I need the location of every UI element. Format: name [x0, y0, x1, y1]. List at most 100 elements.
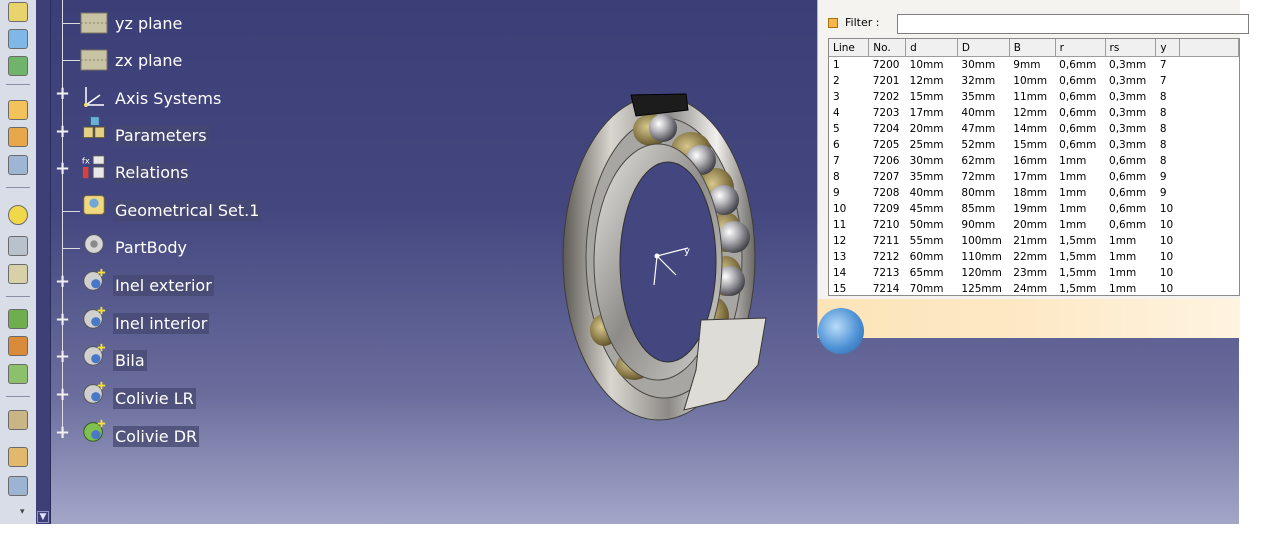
translate-icon[interactable] [8, 309, 28, 329]
pocket-icon[interactable] [8, 127, 28, 147]
expand-plus-icon[interactable]: + [55, 85, 70, 103]
table-row[interactable]: 3 7202 15mm 35mm 11mm 0,6mm 0,3mm 8 [829, 89, 1239, 105]
globe-icon [818, 308, 864, 354]
table-cell: 1mm [1109, 267, 1137, 279]
panel-footer [818, 299, 1240, 338]
table-cell: 9 [833, 187, 840, 199]
shaft-icon[interactable] [8, 155, 28, 175]
table-row[interactable]: 13 7212 60mm 110mm 22mm 1,5mm 1mm 10 [829, 249, 1239, 265]
tree-node-label[interactable]: Bila [113, 350, 147, 371]
table-cell: 0,3mm [1109, 59, 1147, 71]
expand-plus-icon[interactable]: + [55, 123, 70, 141]
pad-icon[interactable] [8, 100, 28, 120]
table-cell: 5 [833, 123, 840, 135]
toolbar-separator [6, 187, 30, 188]
symmetry-icon[interactable] [8, 364, 28, 384]
filter-input[interactable] [897, 14, 1249, 34]
column-header-no[interactable]: No. [868, 39, 907, 57]
column-header-r[interactable]: r [1055, 39, 1106, 57]
expand-plus-icon[interactable]: + [55, 424, 70, 442]
column-header-D[interactable]: D [957, 39, 1010, 57]
plane-icon [80, 49, 108, 71]
table-row[interactable]: 5 7204 20mm 47mm 14mm 0,6mm 0,3mm 8 [829, 121, 1239, 137]
expand-plus-icon[interactable]: + [55, 311, 70, 329]
column-header-B[interactable]: B [1009, 39, 1056, 57]
table-cell: 0,6mm [1059, 75, 1097, 87]
table-cell: 1mm [1109, 251, 1137, 263]
table-cell: 8 [1159, 107, 1167, 119]
tree-node-label[interactable]: Axis Systems [113, 88, 223, 109]
rotate-icon[interactable] [8, 336, 28, 356]
table-row[interactable]: 2 7201 12mm 32mm 10mm 0,6mm 0,3mm 7 [829, 73, 1239, 89]
tree-node-label[interactable]: PartBody [113, 237, 189, 258]
expand-plus-icon[interactable]: + [55, 348, 70, 366]
parameters-icon [83, 116, 105, 138]
table-cell: 22mm [1013, 251, 1048, 263]
table-cell: 0,6mm [1059, 123, 1097, 135]
tree-vertical-scrollbar[interactable]: ▼ [36, 0, 51, 524]
tree-node-label[interactable]: Relations [113, 162, 191, 183]
table-cell: 7203 [872, 107, 900, 119]
table-cell: 7201 [872, 75, 900, 87]
cylinder-icon[interactable] [8, 205, 28, 225]
table-row[interactable]: 11 7210 50mm 90mm 20mm 1mm 0,6mm 10 [829, 217, 1239, 233]
table-row[interactable]: 6 7205 25mm 52mm 15mm 0,6mm 0,3mm 8 [829, 137, 1239, 153]
tree-node-label[interactable]: Geometrical Set.1 [113, 200, 262, 221]
table-row[interactable]: 9 7208 40mm 80mm 18mm 1mm 0,6mm 9 [829, 185, 1239, 201]
configurations-table[interactable]: Line No. d D B r rs y 1 7200 10mm 30mm 9mm 0,… [828, 38, 1240, 296]
table-cell: 3 [833, 91, 840, 103]
table-cell: 16mm [1013, 155, 1048, 167]
table-row[interactable]: 4 7203 17mm 40mm 12mm 0,6mm 0,3mm 8 [829, 105, 1239, 121]
sketch-tool-icon[interactable] [8, 2, 28, 22]
table-cell: 0,6mm [1059, 59, 1097, 71]
table-cell: 23mm [1013, 267, 1048, 279]
table-row[interactable]: 12 7211 55mm 100mm 21mm 1,5mm 1mm 10 [829, 233, 1239, 249]
table-cell: 10mm [909, 59, 944, 71]
table-cell: 35mm [961, 91, 996, 103]
tree-node-label[interactable]: Colivie LR [113, 388, 196, 409]
table-cell: 40mm [961, 107, 996, 119]
table-cell: 15mm [909, 91, 944, 103]
tree-node-label[interactable]: Inel interior [113, 313, 210, 334]
tree-node-label[interactable]: Inel exterior [113, 275, 214, 296]
column-header-rs[interactable]: rs [1105, 39, 1157, 57]
column-header-y[interactable]: y [1155, 39, 1181, 57]
tree-node-label[interactable]: zx plane [113, 50, 184, 71]
toolbar-more-icon[interactable]: ▾ [20, 507, 25, 517]
table-cell: 1mm [1109, 283, 1137, 295]
table-cell: 1mm [1109, 235, 1137, 247]
table-row[interactable]: 15 7214 70mm 125mm 24mm 1,5mm 1mm 10 [829, 281, 1239, 295]
table-cell: 7210 [872, 219, 900, 231]
tree-node-label[interactable]: yz plane [113, 13, 184, 34]
boolean-remove-icon[interactable] [8, 447, 28, 467]
table-cell-empty [1180, 233, 1239, 249]
expand-plus-icon[interactable]: + [55, 273, 70, 291]
table-cell: 6 [833, 139, 840, 151]
relations-icon: fx [82, 155, 105, 179]
chamfer-icon[interactable] [8, 264, 28, 284]
tree-node-label[interactable]: Parameters [113, 125, 209, 146]
column-header-d[interactable]: d [905, 39, 958, 57]
scroll-down-icon[interactable]: ▼ [37, 511, 49, 523]
fillet-icon[interactable] [8, 236, 28, 256]
boolean-add-icon[interactable] [8, 410, 28, 430]
table-row[interactable]: 1 7200 10mm 30mm 9mm 0,6mm 0,3mm 7 [829, 57, 1239, 74]
design-table-panel: Filter : Line No. d D B r rs y 1 7200 10… [817, 0, 1249, 354]
table-cell: 8 [1159, 123, 1167, 135]
table-row[interactable]: 8 7207 35mm 72mm 17mm 1mm 0,6mm 9 [829, 169, 1239, 185]
tree-node-label[interactable]: Colivie DR [113, 426, 200, 447]
table-row[interactable]: 7 7206 30mm 62mm 16mm 1mm 0,6mm 8 [829, 153, 1239, 169]
column-header-line[interactable]: Line [829, 39, 870, 57]
table-row[interactable]: 14 7213 65mm 120mm 23mm 1,5mm 1mm 10 [829, 265, 1239, 281]
eraser-icon[interactable] [8, 29, 28, 49]
table-cell: 11 [833, 219, 847, 231]
table-cell-empty [1180, 265, 1239, 281]
table-cell: 20mm [1013, 219, 1048, 231]
table-row[interactable]: 10 7209 45mm 85mm 19mm 1mm 0,6mm 10 [829, 201, 1239, 217]
open-book-icon[interactable] [8, 56, 28, 76]
configurations-grid: Line No. d D B r rs y 1 7200 10mm 30mm 9mm 0,… [829, 39, 1239, 295]
expand-plus-icon[interactable]: + [55, 386, 70, 404]
expand-plus-icon[interactable]: + [55, 160, 70, 178]
assemble-icon[interactable] [8, 476, 28, 496]
table-cell: 10 [1159, 267, 1174, 279]
